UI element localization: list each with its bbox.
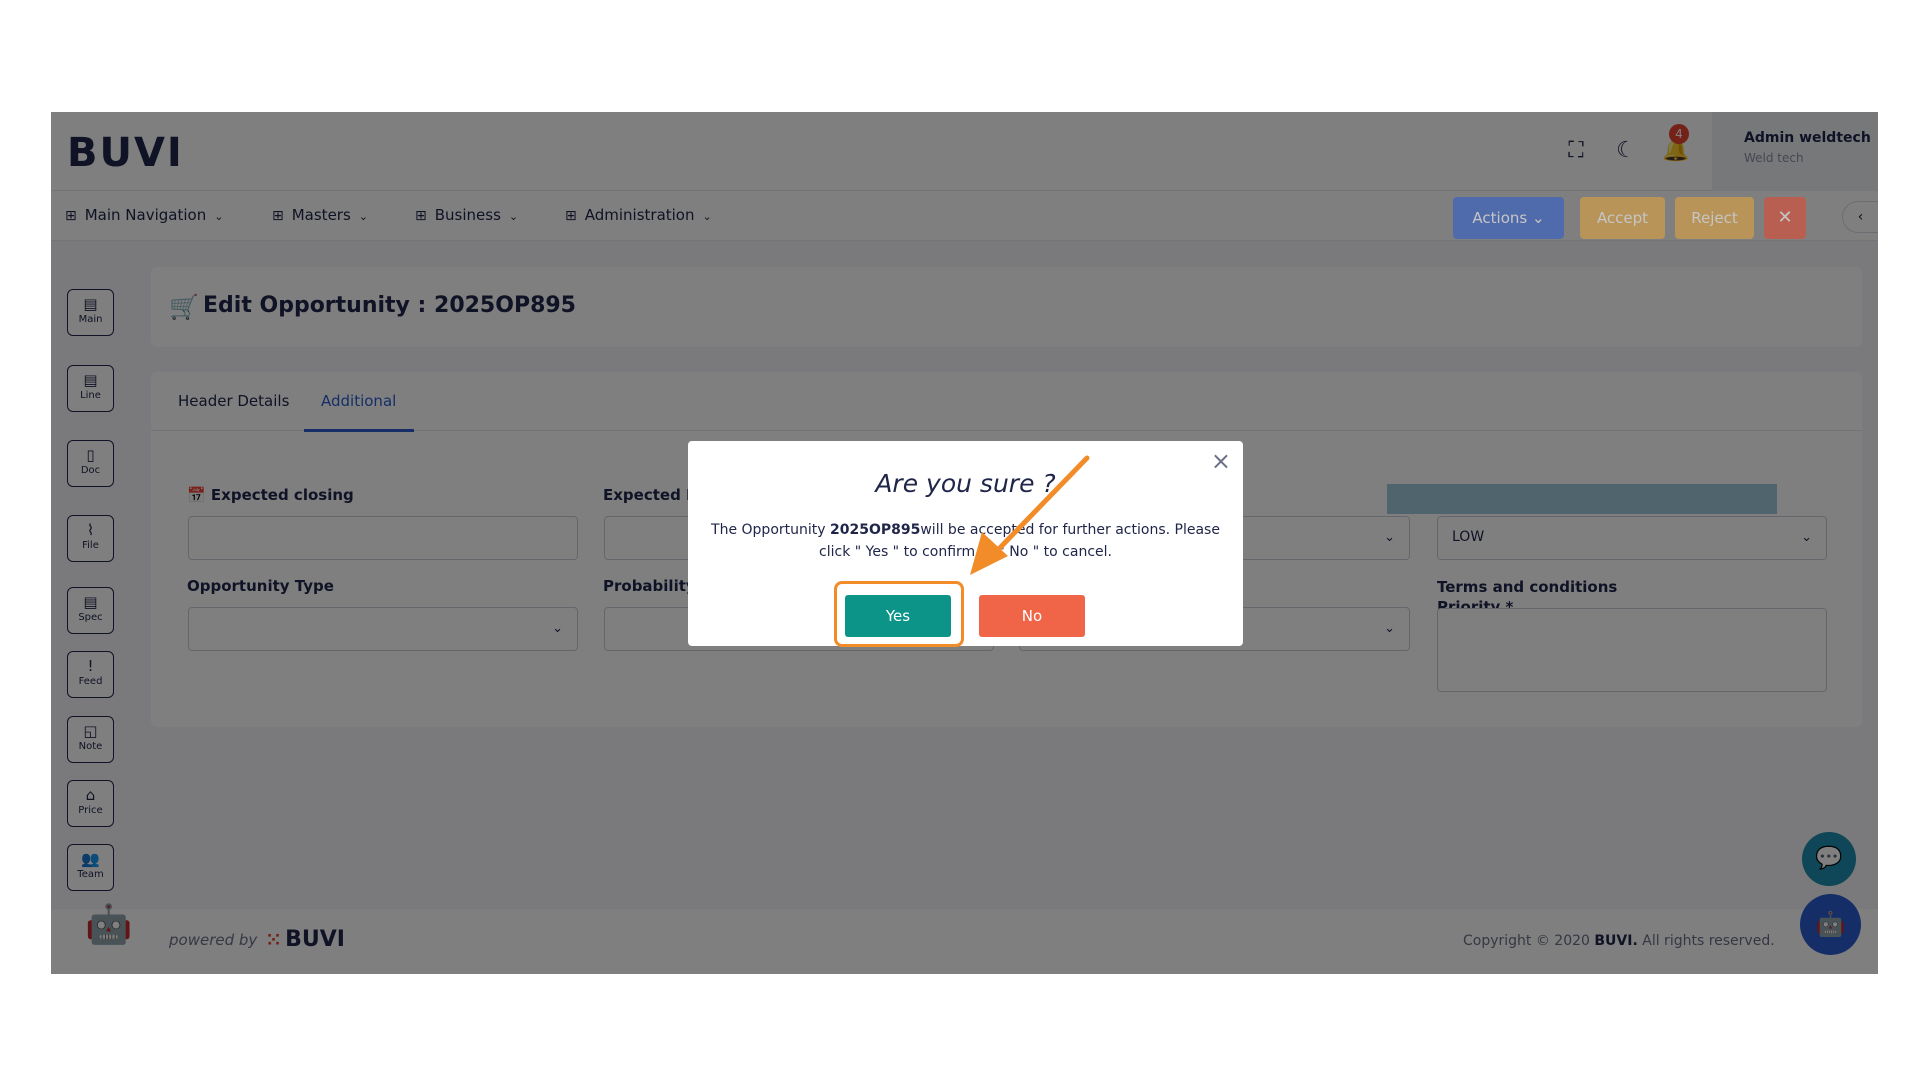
pointer-arrow-icon [970,455,1090,575]
